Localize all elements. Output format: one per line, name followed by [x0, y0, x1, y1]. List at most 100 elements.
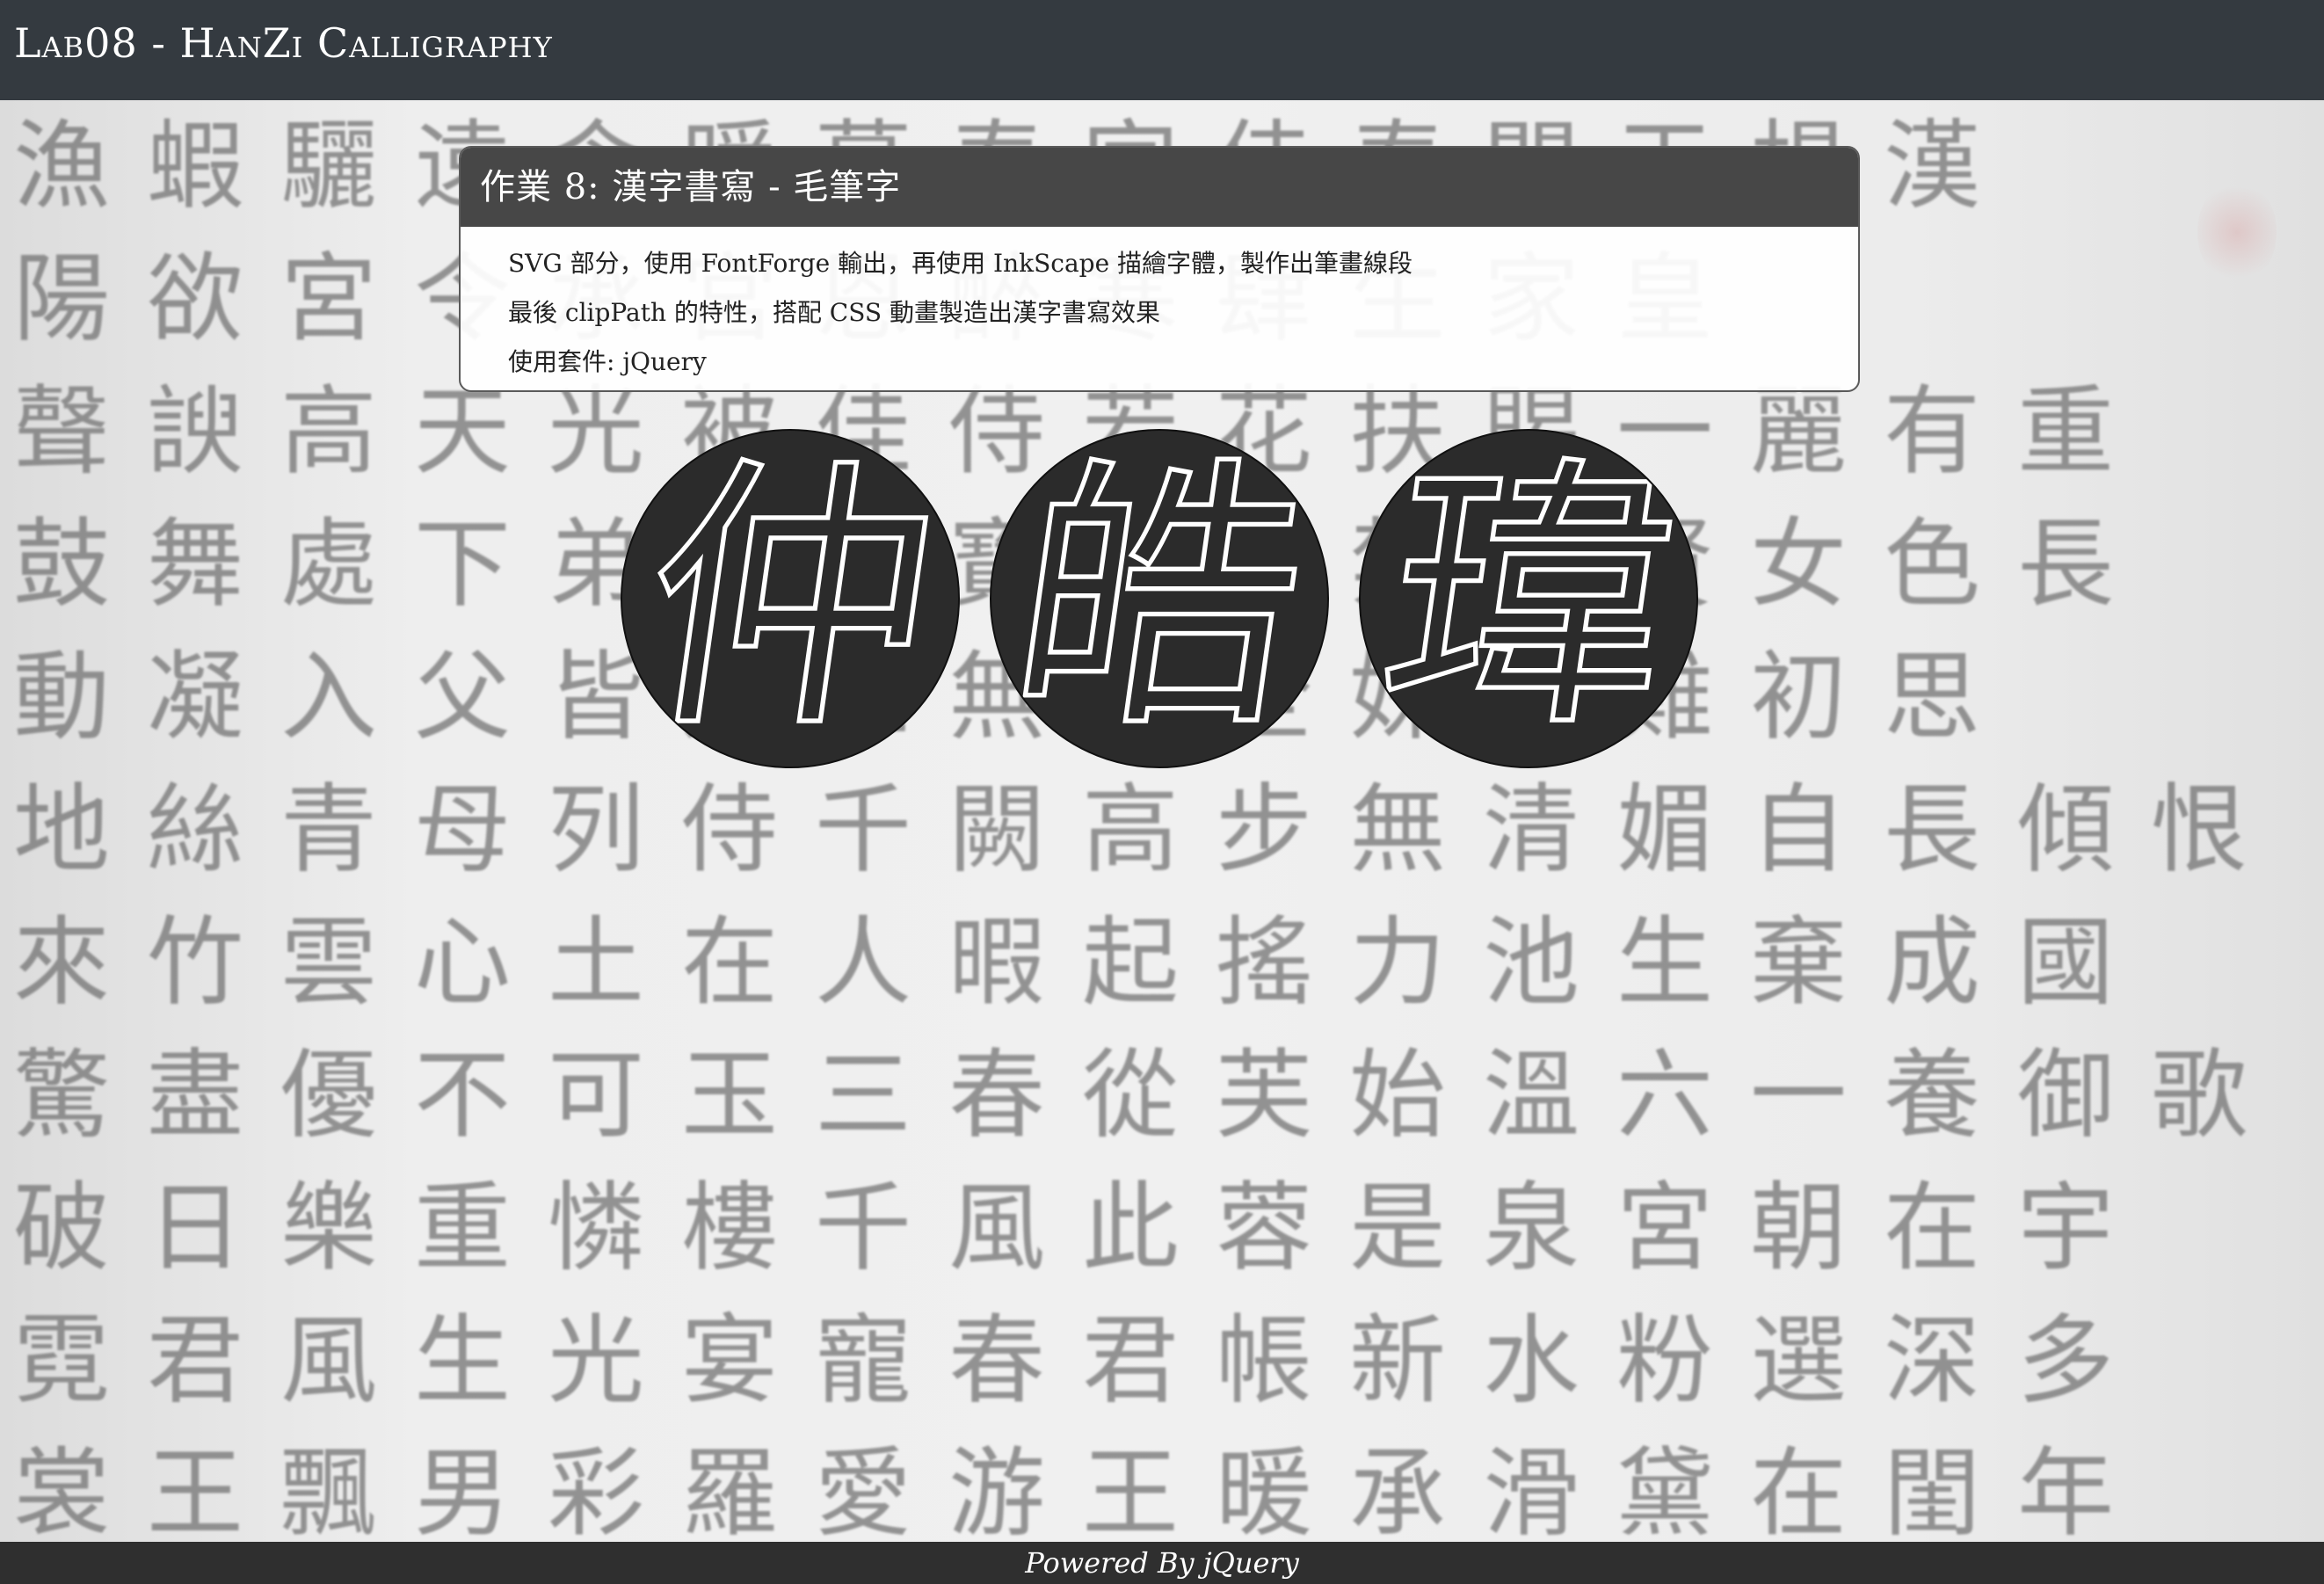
background-character: 君	[147, 1304, 243, 1417]
background-character: 在	[1750, 1437, 1847, 1542]
navbar-brand[interactable]: Lab08 - HanZi Calligraphy	[14, 19, 553, 67]
background-character: 暇	[948, 906, 1045, 1019]
background-character: 不	[414, 1039, 511, 1152]
background-character: 從	[1082, 1039, 1179, 1152]
footer: Powered By jQuery	[0, 1542, 2324, 1584]
background-character: 玉	[681, 1039, 778, 1152]
card-body: SVG 部分，使用 FontForge 輸出，再使用 InkScape 描繪字體…	[461, 227, 1858, 387]
background-character: 年	[2017, 1437, 2114, 1542]
background-character: 宴	[681, 1304, 778, 1417]
background-character: 深	[1884, 1304, 1980, 1417]
background-character: 千	[815, 1172, 911, 1284]
background-character: 父	[414, 641, 511, 753]
background-character: 生	[414, 1304, 511, 1417]
background-character: 水	[1483, 1304, 1580, 1417]
background-character: 風	[280, 1304, 377, 1417]
background-character: 漁	[13, 110, 110, 222]
background-character: 下	[414, 508, 511, 621]
background-character: 恨	[2151, 774, 2248, 886]
background-character: 陽	[13, 243, 110, 355]
card-description-svg: SVG 部分，使用 FontForge 輸出，再使用 InkScape 描繪字體…	[508, 249, 1413, 278]
background-character: 是	[1349, 1172, 1446, 1284]
background-character: 帳	[1216, 1304, 1312, 1417]
background-character: 搖	[1216, 906, 1312, 1019]
background-character: 朝	[1750, 1172, 1847, 1284]
background-character: 君	[1082, 1304, 1179, 1417]
background-character: 長	[2017, 508, 2114, 621]
background-character: 破	[13, 1172, 110, 1284]
background-character: 絲	[147, 774, 243, 886]
background-character: 光	[548, 1304, 644, 1417]
background-character: 色	[1884, 508, 1980, 621]
background-character: 在	[681, 906, 778, 1019]
card-title: 作業 8: 漢字書寫 - 毛筆字	[461, 148, 1858, 227]
calligraphy-disc-zhong: 仲	[621, 429, 960, 768]
background-character: 驚	[13, 1039, 110, 1152]
background-character: 處	[280, 508, 377, 621]
background-character: 春	[948, 1039, 1045, 1152]
background-character: 溫	[1483, 1039, 1580, 1152]
background-character: 國	[2017, 906, 2114, 1019]
background-character: 力	[1349, 906, 1446, 1019]
background-character: 蝦	[147, 110, 243, 222]
background-character: 春	[948, 1304, 1045, 1417]
background-character: 閨	[1884, 1437, 1980, 1542]
background-character: 鼓	[13, 508, 110, 621]
background-character: 黛	[1616, 1437, 1713, 1542]
background-character: 無	[1349, 774, 1446, 886]
background-character: 在	[1884, 1172, 1980, 1284]
background-character: 池	[1483, 906, 1580, 1019]
background-character: 舞	[147, 508, 243, 621]
background-character: 母	[414, 774, 511, 886]
navbar: Lab08 - HanZi Calligraphy	[0, 0, 2324, 100]
card-description-clippath: 最後 clipPath 的特性，搭配 CSS 動畫製造出漢字書寫效果	[508, 298, 1160, 327]
background-character: 雲	[280, 906, 377, 1019]
background-character: 日	[147, 1172, 243, 1284]
background-seal-stain	[2197, 179, 2277, 285]
background-character: 驪	[280, 110, 377, 222]
background-character: 飄	[280, 1437, 377, 1542]
background-character: 御	[2017, 1039, 2114, 1152]
card-description-library: 使用套件: jQuery	[508, 347, 707, 376]
background-character: 聲	[13, 375, 110, 488]
calligraphy-disc-hao: 皓	[990, 429, 1329, 768]
background-character: 青	[280, 774, 377, 886]
background-character: 可	[548, 1039, 644, 1152]
background-character: 樂	[280, 1172, 377, 1284]
background-character: 人	[815, 906, 911, 1019]
background-character: 高	[280, 375, 377, 488]
background-character: 長	[1884, 774, 1980, 886]
background-character: 王	[1082, 1437, 1179, 1542]
background-character: 諛	[147, 375, 243, 488]
background-character: 自	[1750, 774, 1847, 886]
calligraphy-disc-wei: 瑋	[1359, 429, 1698, 768]
background-character: 承	[1349, 1437, 1446, 1542]
background-character: 寵	[815, 1304, 911, 1417]
background-character: 一	[1750, 1039, 1847, 1152]
background-character: 漢	[1884, 110, 1980, 222]
info-card: 作業 8: 漢字書寫 - 毛筆字 SVG 部分，使用 FontForge 輸出，…	[459, 146, 1860, 392]
background-character: 步	[1216, 774, 1312, 886]
calligraphy-character: 瑋	[1361, 432, 1696, 767]
background-character: 生	[1616, 906, 1713, 1019]
background-character: 羅	[681, 1437, 778, 1542]
background-character: 高	[1082, 774, 1179, 886]
background-character: 蓉	[1216, 1172, 1312, 1284]
background-character: 盡	[147, 1039, 243, 1152]
calligraphy-character: 仲	[622, 432, 958, 767]
background-character: 霓	[13, 1304, 110, 1417]
background-character: 新	[1349, 1304, 1446, 1417]
background-character: 地	[13, 774, 110, 886]
calligraphy-character: 皓	[991, 432, 1327, 767]
background-character: 棄	[1750, 906, 1847, 1019]
background-character: 此	[1082, 1172, 1179, 1284]
background-character: 重	[414, 1172, 511, 1284]
footer-credit: Powered By jQuery	[1025, 1546, 1299, 1580]
background-character: 風	[948, 1172, 1045, 1284]
background-character: 六	[1616, 1039, 1713, 1152]
background-character: 凝	[147, 641, 243, 753]
background-character: 土	[548, 906, 644, 1019]
background-character: 王	[147, 1437, 243, 1542]
background-character: 粉	[1616, 1304, 1713, 1417]
background-character: 男	[414, 1437, 511, 1542]
